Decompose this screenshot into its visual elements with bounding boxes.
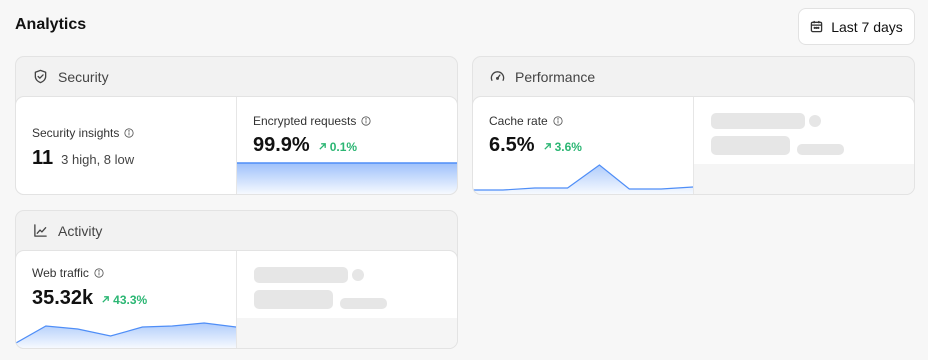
performance-card-title: Performance [515,68,596,85]
cache-rate-change: 3.6% [543,140,582,154]
cache-rate-change-value: 3.6% [554,139,582,154]
cache-rate-label: Cache rate [489,114,548,128]
date-range-label: Last 7 days [831,18,903,35]
activity-card-title: Activity [58,222,103,239]
skeleton-block [254,267,348,283]
arrow-up-right-icon [102,296,110,303]
security-card: Security Security insights 11 3 high, 8 … [15,56,458,195]
encrypted-requests-change-value: 0.1% [329,139,358,154]
performance-card-header: Performance [473,57,914,96]
performance-card: Performance Cache rate 6.5% 3.6% [472,56,915,195]
security-insights-value: 11 [32,147,54,169]
calendar-icon [810,20,823,33]
encrypted-requests-metric[interactable]: Encrypted requests 99.9% 0.1% [236,97,457,194]
cache-rate-sparkline [473,164,693,194]
date-range-button[interactable]: Last 7 days [798,8,915,45]
web-traffic-sparkline [16,322,236,348]
encrypted-requests-sparkline [237,162,457,194]
activity-card: Activity Web traffic 35.32k 43.3% [15,210,458,349]
skeleton-block [711,113,805,129]
web-traffic-label: Web traffic [32,266,89,280]
shield-icon [34,69,47,84]
page-title: Analytics [15,16,87,33]
performance-placeholder [693,97,914,194]
security-insights-metric[interactable]: Security insights 11 3 high, 8 low [16,97,236,194]
security-card-header: Security [16,57,457,96]
security-insights-detail: 3 high, 8 low [61,152,135,167]
skeleton-band [694,164,914,194]
security-card-title: Security [58,68,109,85]
activity-placeholder [236,251,457,348]
encrypted-requests-value: 99.9% [253,134,310,156]
info-icon[interactable] [553,116,563,126]
cache-rate-metric[interactable]: Cache rate 6.5% 3.6% [473,97,693,194]
security-insights-label-row: Security insights [32,126,134,140]
skeleton-dot [352,269,364,281]
web-traffic-value: 35.32k [32,287,94,309]
security-insights-label: Security insights [32,126,120,140]
activity-card-header: Activity [16,211,457,250]
encrypted-requests-change: 0.1% [318,140,357,154]
security-insights-value-row: 11 3 high, 8 low [32,147,134,170]
skeleton-block [797,144,844,155]
web-traffic-change: 43.3% [101,293,147,307]
skeleton-block [254,290,333,309]
info-icon[interactable] [124,128,134,138]
web-traffic-metric[interactable]: Web traffic 35.32k 43.3% [16,251,236,348]
cache-rate-label-row: Cache rate [489,114,563,128]
web-traffic-change-value: 43.3% [113,292,148,307]
info-icon[interactable] [361,116,371,126]
activity-card-body: Web traffic 35.32k 43.3% [15,250,458,349]
skeleton-band [237,318,457,348]
info-icon[interactable] [94,268,104,278]
web-traffic-value-row: 35.32k 43.3% [32,287,147,310]
cache-rate-value: 6.5% [489,134,535,156]
arrow-up-right-icon [319,143,326,150]
performance-card-body: Cache rate 6.5% 3.6% [472,96,915,195]
skeleton-block [340,298,387,309]
skeleton-dot [809,115,821,127]
encrypted-requests-value-row: 99.9% 0.1% [253,134,357,157]
encrypted-requests-label: Encrypted requests [253,114,357,128]
web-traffic-label-row: Web traffic [32,266,104,280]
security-card-body: Security insights 11 3 high, 8 low Encry… [15,96,458,195]
cache-rate-value-row: 6.5% 3.6% [489,134,582,157]
skeleton-block [711,136,790,155]
encrypted-requests-label-row: Encrypted requests [253,114,371,128]
gauge-icon [490,71,505,81]
arrow-up-right-icon [543,143,551,150]
line-chart-icon [34,224,47,237]
